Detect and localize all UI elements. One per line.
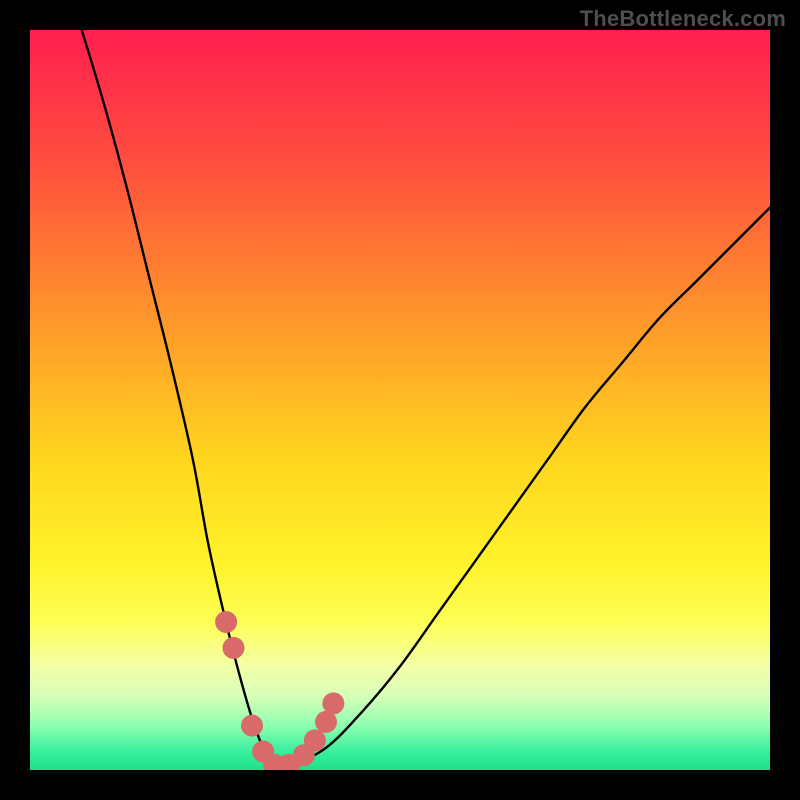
chart-frame: TheBottleneck.com — [0, 0, 800, 800]
highlight-point — [223, 637, 245, 659]
highlight-point — [322, 692, 344, 714]
watermark-text: TheBottleneck.com — [580, 6, 786, 32]
plot-area — [30, 30, 770, 770]
highlight-point — [304, 729, 326, 751]
curve-layer — [30, 30, 770, 770]
bottleneck-curve — [82, 30, 770, 769]
highlight-markers — [215, 611, 344, 770]
highlight-point — [215, 611, 237, 633]
highlight-point — [241, 715, 263, 737]
